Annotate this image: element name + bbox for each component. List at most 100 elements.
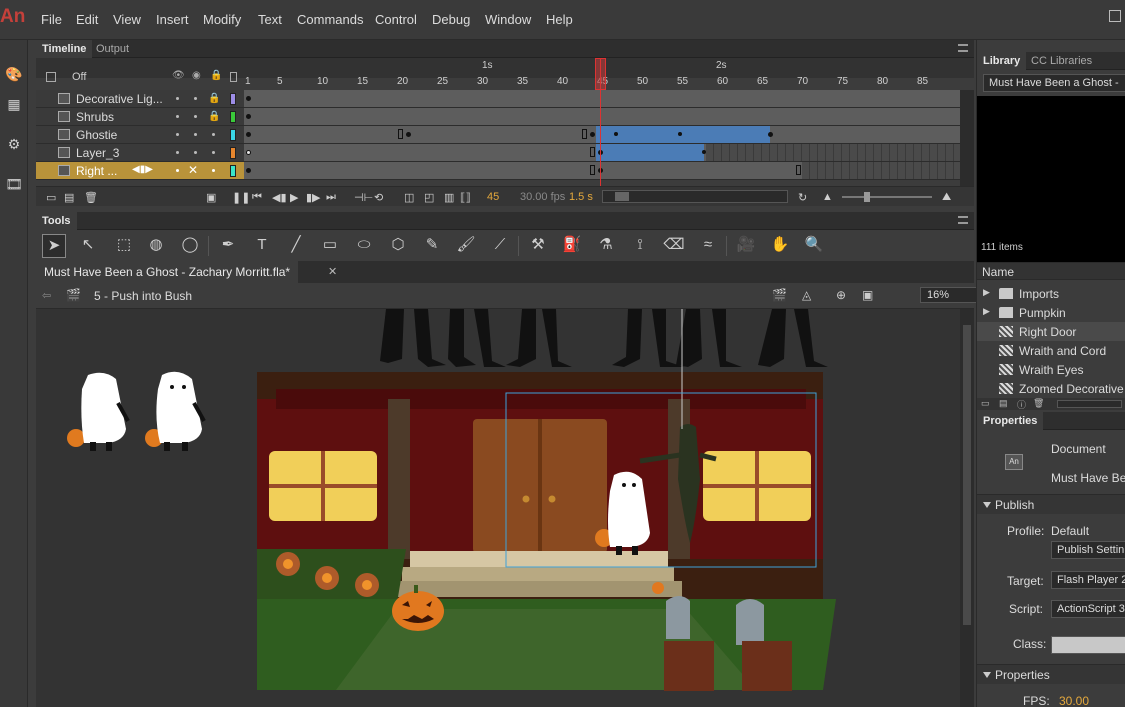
paint-bucket-tool-icon[interactable]: ⛽ — [560, 234, 584, 258]
tab-output[interactable]: Output — [90, 40, 135, 58]
ink-bottle-tool-icon[interactable]: ⚗ — [594, 234, 618, 258]
frame-row-shrubs[interactable] — [244, 108, 960, 126]
layer-decorative-lights[interactable]: Decorative Lig... 🔒 — [36, 90, 244, 108]
expand-arrow-icon[interactable]: ▶ — [983, 287, 990, 298]
visibility-dot[interactable] — [194, 133, 197, 136]
stage-vertical-scrollbar[interactable] — [960, 309, 974, 707]
line-tool-icon[interactable]: ╱ — [284, 234, 308, 258]
visibility-dot[interactable] — [176, 133, 179, 136]
keyframe[interactable] — [246, 114, 251, 119]
first-frame-icon[interactable]: ⏮ — [252, 191, 262, 204]
edit-multiple-icon[interactable]: ▥ — [444, 191, 454, 204]
library-item-wraith-and-cord[interactable]: Wraith and Cord — [977, 341, 1125, 360]
modify-markers-icon[interactable]: ⟦⟧ — [460, 191, 471, 204]
edit-scene-icon[interactable]: 🎬 — [772, 288, 787, 302]
delete-icon[interactable]: 🗑 — [1033, 398, 1044, 409]
fit-icon[interactable]: ↻ — [798, 191, 807, 204]
onion-skin-toggle-icon[interactable]: ◫ — [404, 191, 414, 204]
frame-row-right-door[interactable] — [244, 162, 960, 180]
empty-keyframe[interactable] — [246, 150, 251, 155]
fps-value[interactable]: 30.00 — [1059, 694, 1089, 707]
menu-help[interactable]: Help — [546, 12, 573, 27]
components-icon[interactable]: ⚙ — [4, 136, 24, 152]
library-column-header[interactable]: Name — [977, 262, 1125, 280]
library-item-zoomed-decorative[interactable]: Zoomed Decorative L — [977, 379, 1125, 398]
layer-color-swatch[interactable] — [230, 93, 236, 105]
scroll-thumb[interactable] — [615, 192, 629, 201]
free-transform-tool-icon[interactable]: ⬚ — [112, 234, 136, 258]
width-tool-icon[interactable]: ≈ — [696, 234, 720, 258]
library-document-dropdown[interactable]: Must Have Been a Ghost - — [983, 74, 1125, 92]
bone-tool-icon[interactable]: ⚒ — [526, 234, 550, 258]
property-keyframe[interactable] — [614, 132, 618, 136]
camera-tool-icon[interactable]: 🎥 — [734, 234, 758, 258]
hide-icon[interactable]: ✕ — [188, 163, 198, 177]
scene-name[interactable]: 5 - Push into Bush — [94, 289, 192, 303]
back-arrow-icon[interactable]: ⇦ — [42, 289, 51, 302]
timeline-horizontal-scrollbar[interactable] — [602, 190, 788, 203]
tab-library[interactable]: Library — [977, 52, 1027, 70]
rectangle-tool-icon[interactable]: ▭ — [318, 234, 342, 258]
frame-row-decorative[interactable] — [244, 90, 960, 108]
property-keyframe[interactable] — [678, 132, 682, 136]
visibility-dot[interactable] — [176, 151, 179, 154]
publish-section-header[interactable]: Publish — [977, 494, 1125, 514]
edit-symbols-icon[interactable]: ◬ — [802, 288, 811, 302]
publish-settings-button[interactable]: Publish Settin — [1051, 541, 1125, 559]
span-end[interactable] — [398, 129, 403, 139]
brush-tool-icon[interactable]: ⟋ — [488, 234, 512, 258]
current-frame[interactable]: 45 — [487, 191, 499, 203]
frame-row-layer-3[interactable] — [244, 144, 960, 162]
menu-edit[interactable]: Edit — [76, 12, 98, 27]
keyframe[interactable] — [768, 132, 773, 137]
motion-tween-span[interactable] — [596, 144, 704, 161]
menu-commands[interactable]: Commands — [297, 12, 363, 27]
lock-icon[interactable]: 🔒 — [208, 111, 220, 122]
frame-rate[interactable]: 30.00 fps — [520, 191, 565, 203]
menu-modify[interactable]: Modify — [203, 12, 241, 27]
lasso-tool-icon[interactable]: ◯ — [178, 234, 202, 258]
empty-frames[interactable] — [706, 144, 960, 161]
menu-file[interactable]: File — [41, 12, 62, 27]
zoom-in-mountain-icon[interactable]: ⛰ — [942, 191, 951, 204]
layer-color-swatch[interactable] — [230, 111, 236, 123]
onion-skin-label[interactable]: Off — [72, 71, 86, 83]
visibility-dot[interactable] — [194, 115, 197, 118]
color-palette-icon[interactable]: 🎨 — [4, 66, 24, 82]
align-grid-icon[interactable]: ▦ — [4, 96, 24, 112]
library-item-pumpkin[interactable]: ▶ Pumpkin — [977, 303, 1125, 322]
paint-brush-tool-icon[interactable]: 🖌 — [454, 234, 478, 258]
new-layer-icon[interactable]: ▭ — [46, 191, 56, 204]
lock-icon[interactable]: 🔒 — [208, 93, 220, 104]
subselection-tool-icon[interactable]: ↖ — [76, 234, 100, 258]
onion-skin-icon[interactable] — [46, 72, 56, 82]
selection-tool-icon[interactable]: ➤ — [42, 234, 66, 258]
polystar-tool-icon[interactable]: ⬡ — [386, 234, 410, 258]
onion-outline-icon[interactable]: ◰ — [424, 191, 434, 204]
layer-color-swatch[interactable] — [230, 165, 236, 177]
keyframe[interactable] — [590, 132, 595, 137]
zoom-tool-icon[interactable]: 🔍 — [802, 234, 826, 258]
visibility-dot[interactable] — [194, 151, 197, 154]
library-item-imports[interactable]: ▶ Imports — [977, 284, 1125, 303]
stage-artwork[interactable] — [36, 309, 960, 707]
text-tool-icon[interactable]: T — [250, 234, 274, 258]
script-select[interactable]: ActionScript 3 — [1051, 600, 1125, 618]
elapsed-time[interactable]: 1.5 s — [569, 191, 593, 203]
panel-menu-icon[interactable] — [958, 216, 968, 224]
play-icon[interactable]: ▶ — [290, 191, 298, 204]
oval-tool-icon[interactable]: ⬭ — [352, 234, 376, 258]
empty-frames[interactable] — [802, 162, 960, 179]
lock-dot[interactable] — [212, 151, 215, 154]
library-item-right-door[interactable]: Right Door — [977, 322, 1125, 341]
visibility-dot[interactable] — [176, 169, 179, 172]
tab-cc-libraries[interactable]: CC Libraries — [1025, 52, 1098, 70]
center-frame-icon[interactable]: ⊣⊢ — [354, 191, 373, 204]
library-scrollbar[interactable] — [1057, 400, 1122, 408]
scroll-thumb[interactable] — [963, 325, 971, 625]
step-back-icon[interactable]: ◀▮ — [272, 191, 287, 204]
class-field[interactable] — [1051, 636, 1125, 654]
layer-shrubs[interactable]: Shrubs 🔒 — [36, 108, 244, 126]
last-frame-icon[interactable]: ⏭ — [326, 191, 336, 204]
delete-layer-icon[interactable]: 🗑 — [84, 191, 98, 204]
